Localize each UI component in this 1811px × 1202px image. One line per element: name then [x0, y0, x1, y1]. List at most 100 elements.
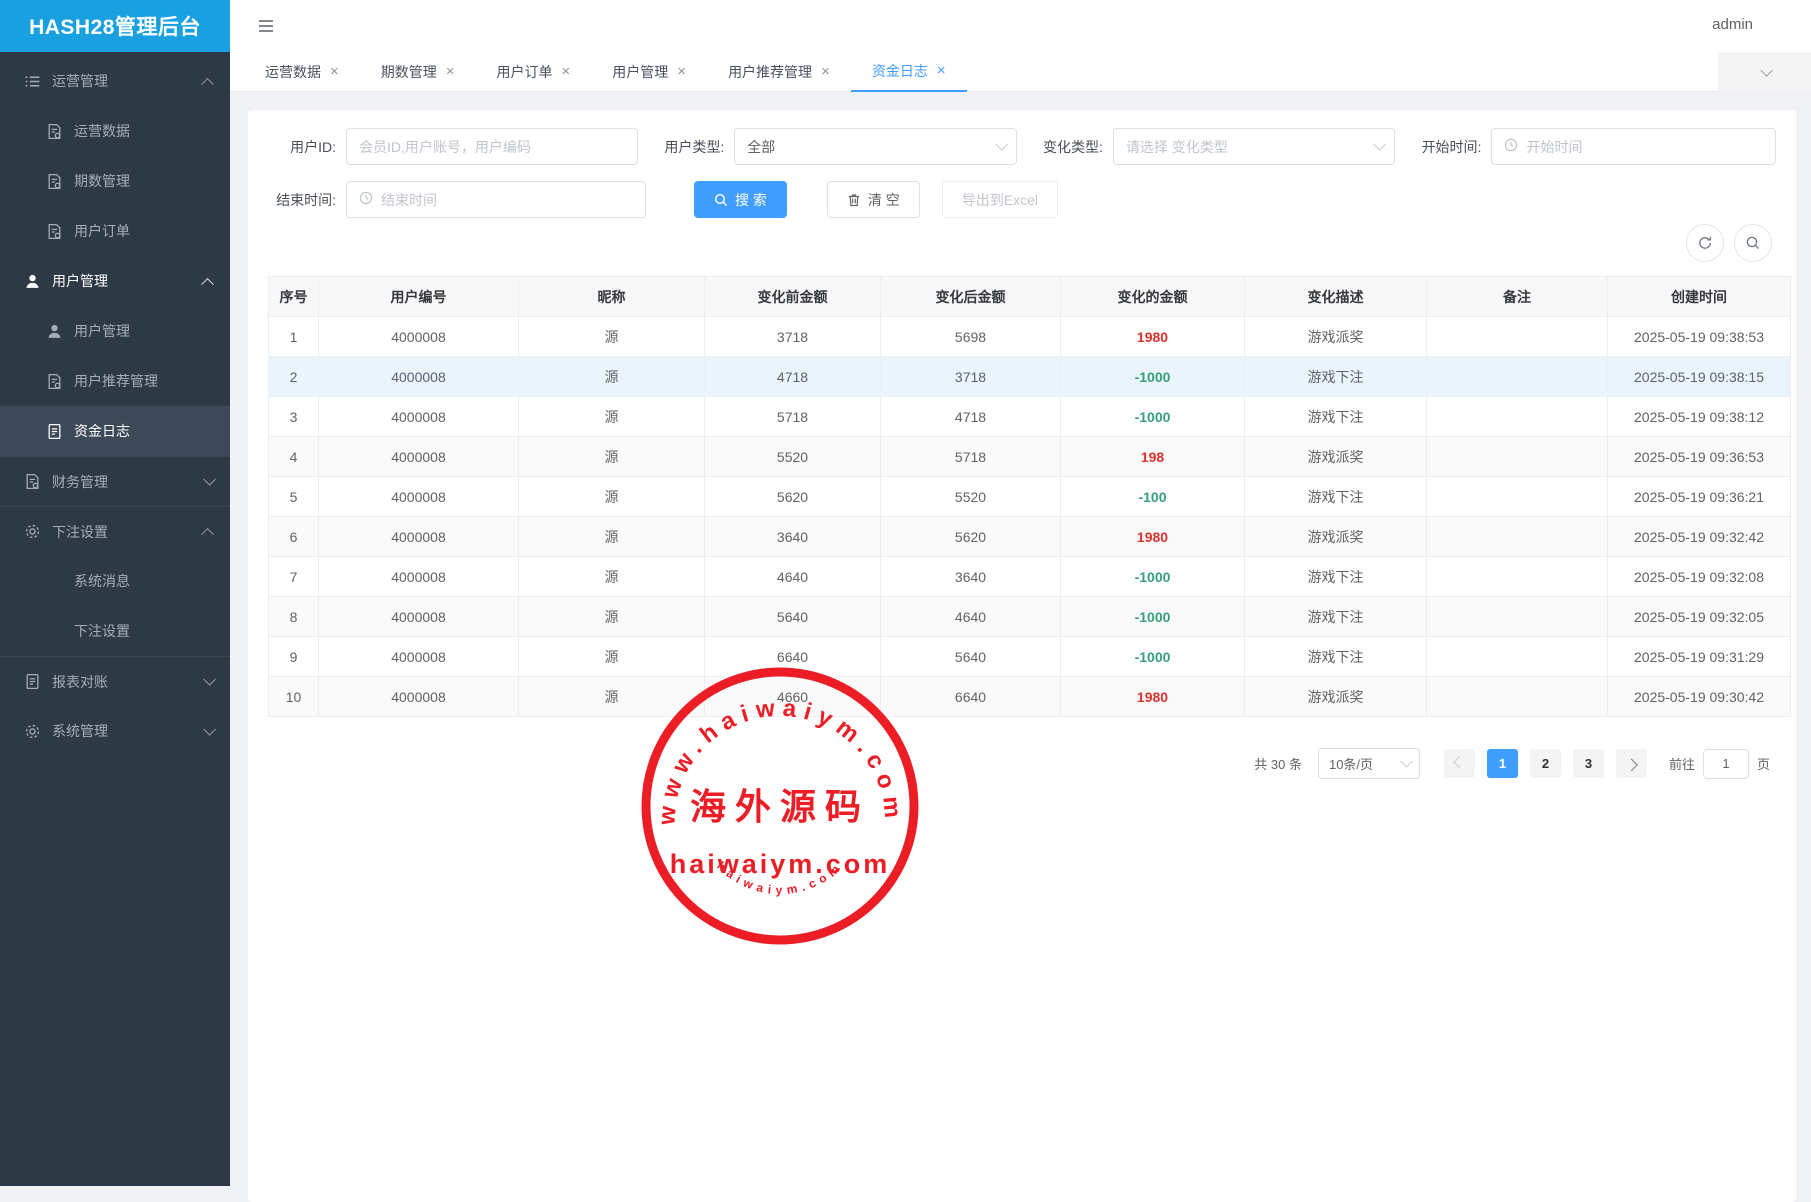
table-row[interactable]: 44000008源55205718198游戏派奖2025-05-19 09:36… — [269, 437, 1791, 477]
sidebar-item-user-referral[interactable]: 用户推荐管理 — [0, 356, 230, 406]
sidebar-item-system-management[interactable]: 系统管理 — [0, 706, 230, 756]
gear-icon — [24, 523, 41, 540]
change-amount: -1000 — [1061, 597, 1245, 637]
doc-gear-icon — [46, 173, 63, 190]
tab-overflow-button[interactable] — [1718, 52, 1811, 92]
sidebar-item-user-management-group[interactable]: 用户管理 — [0, 256, 230, 306]
close-icon[interactable]: × — [446, 64, 455, 79]
close-icon[interactable]: × — [562, 64, 571, 79]
next-page-button[interactable] — [1616, 749, 1647, 778]
chevron-down-icon — [995, 138, 1008, 151]
filter-panel: 用户ID: 用户类型: 全部 变化类型: 请选择 变化类型 开始时间: 开始时间… — [274, 128, 1776, 234]
tab-operation-data[interactable]: 运营数据× — [244, 52, 360, 92]
sidebar-item-report-reconciliation[interactable]: 报表对账 — [0, 656, 230, 706]
tab-user-orders[interactable]: 用户订单× — [476, 52, 592, 92]
refresh-button[interactable] — [1686, 224, 1724, 262]
tab-fund-log[interactable]: 资金日志× — [851, 52, 967, 92]
change-amount: -1000 — [1061, 637, 1245, 677]
clock-icon — [359, 191, 373, 208]
sidebar-item-finance[interactable]: 财务管理 — [0, 456, 230, 506]
page-button-1[interactable]: 1 — [1487, 749, 1518, 778]
change-amount: 198 — [1061, 437, 1245, 477]
table-row[interactable]: 54000008源56205520-100游戏下注2025-05-19 09:3… — [269, 477, 1791, 517]
sidebar-item-fund-log[interactable]: 资金日志 — [0, 406, 230, 456]
table-tools — [1686, 224, 1772, 262]
chevron-up-icon — [201, 528, 214, 541]
table-row[interactable]: 64000008源364056201980游戏派奖2025-05-19 09:3… — [269, 517, 1791, 557]
change-amount: -1000 — [1061, 557, 1245, 597]
app-logo: HASH28管理后台 — [0, 0, 230, 52]
search-icon — [1745, 235, 1761, 251]
chevron-up-icon — [201, 277, 214, 290]
table-row[interactable]: 24000008源47183718-1000游戏下注2025-05-19 09:… — [269, 357, 1791, 397]
chevron-down-icon — [1400, 755, 1413, 768]
sidebar-item-system-messages[interactable]: 系统消息 — [0, 556, 230, 606]
close-icon[interactable]: × — [821, 64, 830, 79]
chevron-left-icon — [1453, 756, 1466, 769]
sidebar-item-user-management[interactable]: 用户管理 — [0, 306, 230, 356]
table-row[interactable]: 34000008源57184718-1000游戏下注2025-05-19 09:… — [269, 397, 1791, 437]
tab-user-referral[interactable]: 用户推荐管理× — [707, 52, 851, 92]
doc-icon — [46, 423, 63, 440]
table-row[interactable]: 84000008源56404640-1000游戏下注2025-05-19 09:… — [269, 597, 1791, 637]
chevron-down-icon — [203, 673, 216, 686]
sidebar-item-period-management[interactable]: 期数管理 — [0, 156, 230, 206]
table-row[interactable]: 14000008源371856981980游戏派奖2025-05-19 09:3… — [269, 317, 1791, 357]
clock-icon — [1504, 138, 1518, 155]
chevron-up-icon — [201, 77, 214, 90]
change-amount: -1000 — [1061, 397, 1245, 437]
refresh-icon — [1697, 235, 1713, 251]
change-amount: -100 — [1061, 477, 1245, 517]
search-button[interactable]: 搜 索 — [694, 181, 787, 218]
sidebar-item-operations[interactable]: 运营管理 — [0, 56, 230, 106]
export-excel-button[interactable]: 导出到Excel — [942, 181, 1058, 218]
tab-period-management[interactable]: 期数管理× — [360, 52, 476, 92]
change-type-label: 变化类型: — [1031, 137, 1103, 157]
pagination-total: 共 30 条 — [1254, 754, 1302, 773]
end-time-input[interactable]: 结束时间 — [346, 181, 646, 218]
user-id-input[interactable] — [346, 128, 638, 165]
close-icon[interactable]: × — [937, 63, 946, 78]
sidebar-item-operation-data[interactable]: 运营数据 — [0, 106, 230, 156]
tab-user-management[interactable]: 用户管理× — [591, 52, 707, 92]
page-button-3[interactable]: 3 — [1573, 749, 1604, 778]
column-search-button[interactable] — [1734, 224, 1772, 262]
close-icon[interactable]: × — [677, 64, 686, 79]
user-type-label: 用户类型: — [638, 137, 724, 157]
close-icon[interactable]: × — [330, 64, 339, 79]
table-row[interactable]: 94000008源66405640-1000游戏下注2025-05-19 09:… — [269, 637, 1791, 677]
sidebar-item-bet-settings-group[interactable]: 下注设置 — [0, 506, 230, 556]
end-time-label: 结束时间: — [274, 190, 336, 210]
goto-page-input[interactable] — [1703, 749, 1749, 779]
clear-button[interactable]: 清 空 — [827, 181, 920, 218]
chevron-down-icon — [1760, 64, 1773, 77]
sidebar-item-user-orders[interactable]: 用户订单 — [0, 206, 230, 256]
table-row[interactable]: 74000008源46403640-1000游戏下注2025-05-19 09:… — [269, 557, 1791, 597]
chevron-down-icon — [203, 473, 216, 486]
start-time-label: 开始时间: — [1409, 137, 1481, 157]
gear-icon — [24, 723, 41, 740]
start-time-input[interactable]: 开始时间 — [1491, 128, 1776, 165]
prev-page-button[interactable] — [1444, 749, 1475, 778]
sidebar-menu: 运营管理 运营数据 期数管理 用户订单 用户管理 用户管理 用户推荐管理 — [0, 52, 230, 756]
doc-icon — [24, 673, 41, 690]
hamburger-menu-icon[interactable] — [256, 16, 276, 36]
doc-gear-icon — [46, 123, 63, 140]
page-button-2[interactable]: 2 — [1530, 749, 1561, 778]
fund-log-table: 序号 用户编号 昵称 变化前金额 变化后金额 变化的金额 变化描述 备注 创建时… — [268, 276, 1791, 717]
change-type-select[interactable]: 请选择 变化类型 — [1113, 128, 1396, 165]
page-suffix: 页 — [1757, 754, 1770, 773]
trash-icon — [847, 193, 861, 207]
user-menu[interactable]: admin — [1712, 16, 1753, 33]
user-icon — [24, 273, 41, 290]
chevron-down-icon — [1374, 138, 1387, 151]
list-icon — [24, 73, 41, 90]
sidebar-item-bet-settings[interactable]: 下注设置 — [0, 606, 230, 656]
change-amount: 1980 — [1061, 317, 1245, 357]
goto-label: 前往 — [1669, 754, 1695, 773]
table-row[interactable]: 104000008源466066401980游戏派奖2025-05-19 09:… — [269, 677, 1791, 717]
page-size-select[interactable]: 10条/页 — [1318, 748, 1420, 779]
doc-gear-icon — [46, 373, 63, 390]
user-type-select[interactable]: 全部 — [734, 128, 1017, 165]
pagination: 共 30 条 10条/页 1 2 3 前往 页 — [268, 748, 1770, 779]
